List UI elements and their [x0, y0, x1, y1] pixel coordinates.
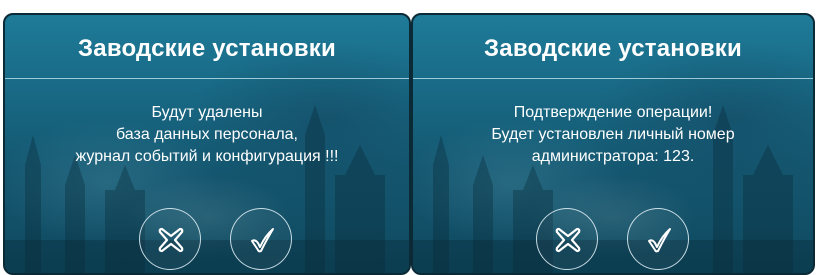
- dialog-title: Заводские установки: [78, 35, 336, 62]
- message-line: Будут удалены: [151, 104, 263, 121]
- message-line: администратора: 123.: [531, 148, 695, 165]
- factory-reset-dialog-2: Заводские установки Подтверждение операц…: [411, 13, 815, 275]
- checkmark-icon: [648, 228, 671, 253]
- message-line: журнал событий и конфигурация !!!: [75, 148, 339, 165]
- message-line: Будет установлен личный номер: [491, 126, 735, 143]
- factory-reset-dialog-1: Заводские установки Будут удалены база д…: [3, 13, 411, 275]
- cancel-button[interactable]: [139, 208, 201, 270]
- cancel-button[interactable]: [536, 208, 598, 270]
- cancel-x-icon: [158, 227, 184, 253]
- message-line: Подтверждение операции!: [513, 104, 713, 121]
- title-divider: [5, 78, 409, 79]
- message-line: база данных персонала,: [116, 126, 298, 143]
- dialog-title: Заводские установки: [484, 35, 742, 62]
- confirm-button[interactable]: [627, 208, 689, 270]
- dialog-message: Подтверждение операции! Будет установлен…: [413, 102, 813, 168]
- title-divider: [413, 78, 813, 79]
- confirm-button[interactable]: [230, 208, 292, 270]
- dialog-message: Будут удалены база данных персонала, жур…: [5, 102, 409, 168]
- checkmark-icon: [251, 228, 274, 253]
- cancel-x-icon: [555, 227, 581, 253]
